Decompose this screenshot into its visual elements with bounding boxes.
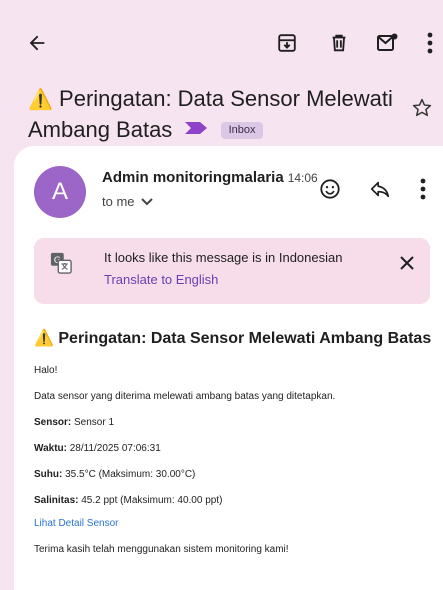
email-subject: ⚠️ Peringatan: Data Sensor Melewati Amba… bbox=[28, 84, 408, 144]
suhu-value: 35.5°C (Maksimum: 30.00°C) bbox=[65, 469, 196, 480]
body-heading: ⚠️ Peringatan: Data Sensor Melewati Amba… bbox=[34, 328, 431, 348]
reply-icon[interactable] bbox=[367, 176, 393, 202]
salinitas-value: 45.2 ppt (Maksimum: 40.00 ppt) bbox=[81, 495, 223, 506]
mark-unread-icon[interactable] bbox=[374, 30, 400, 56]
translate-message: It looks like this message is in Indones… bbox=[104, 250, 343, 265]
body-suhu: Suhu: 35.5°C (Maksimum: 30.00°C) bbox=[34, 469, 195, 480]
important-marker-icon[interactable] bbox=[184, 121, 208, 135]
star-icon[interactable] bbox=[411, 97, 433, 124]
more-vert-icon[interactable] bbox=[420, 30, 440, 56]
sender-name: Admin monitoringmalaria bbox=[102, 169, 284, 186]
more-vert-icon[interactable] bbox=[414, 176, 432, 202]
chevron-down-icon bbox=[140, 197, 153, 205]
body-greeting: Halo! bbox=[34, 365, 58, 376]
close-icon[interactable] bbox=[396, 252, 418, 274]
recipient-text: to me bbox=[102, 194, 135, 209]
warning-icon: ⚠️ bbox=[34, 330, 54, 347]
body-waktu: Waktu: 28/11/2025 07:06:31 bbox=[34, 443, 161, 454]
recipient-toggle[interactable]: to me bbox=[102, 194, 153, 209]
translate-banner: G It looks like this message is in Indon… bbox=[34, 238, 430, 304]
body-sensor: Sensor: Sensor 1 bbox=[34, 417, 114, 428]
suhu-label: Suhu: bbox=[34, 469, 63, 480]
translate-link[interactable]: Translate to English bbox=[104, 272, 218, 287]
warning-icon: ⚠️ bbox=[28, 89, 53, 111]
sensor-label: Sensor: bbox=[34, 417, 72, 428]
arrow-back-icon[interactable] bbox=[24, 30, 50, 56]
body-title-text: Peringatan: Data Sensor Melewati Ambang … bbox=[58, 330, 432, 347]
message-card: A Admin monitoringmalaria 14:06 to me G I… bbox=[14, 146, 443, 590]
avatar[interactable]: A bbox=[34, 166, 86, 218]
translate-icon: G bbox=[50, 252, 72, 274]
avatar-letter: A bbox=[51, 178, 68, 205]
message-time: 14:06 bbox=[287, 171, 318, 185]
sender-line[interactable]: Admin monitoringmalaria 14:06 bbox=[102, 169, 318, 186]
inbox-label-chip[interactable]: Inbox bbox=[220, 122, 264, 139]
body-intro: Data sensor yang diterima melewati amban… bbox=[34, 391, 336, 402]
salinitas-label: Salinitas: bbox=[34, 495, 79, 506]
body-salinitas: Salinitas: 45.2 ppt (Maksimum: 40.00 ppt… bbox=[34, 495, 222, 506]
subject-text: Peringatan: Data Sensor Melewati Ambang … bbox=[28, 86, 393, 142]
detail-sensor-link[interactable]: Lihat Detail Sensor bbox=[34, 518, 119, 529]
waktu-value: 28/11/2025 07:06:31 bbox=[69, 443, 161, 454]
emoji-reaction-icon[interactable] bbox=[317, 176, 343, 202]
waktu-label: Waktu: bbox=[34, 443, 67, 454]
sensor-value: Sensor 1 bbox=[74, 417, 115, 428]
body-closing: Terima kasih telah menggunakan sistem mo… bbox=[34, 544, 289, 555]
trash-icon[interactable] bbox=[326, 30, 352, 56]
archive-icon[interactable] bbox=[274, 30, 300, 56]
top-app-bar bbox=[0, 0, 443, 86]
